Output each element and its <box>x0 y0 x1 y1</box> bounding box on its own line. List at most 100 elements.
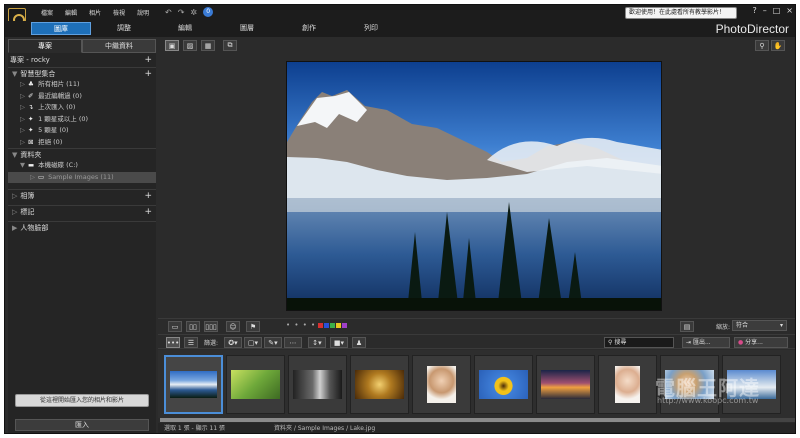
thumbnail-strip-icon[interactable]: ••• <box>166 337 180 348</box>
people-filter-icon[interactable]: ♟ <box>352 337 366 348</box>
view-mode-toolbar: ▣ ▨ ▦ ⧉ <box>165 40 237 51</box>
message-badge[interactable]: 0 <box>203 7 214 17</box>
minimize-icon[interactable]: – <box>763 6 767 15</box>
color-label-blue[interactable] <box>324 323 329 328</box>
star-icon: ✦ <box>28 114 34 123</box>
title-bar: 檔案 編輯 相片 檢視 說明 ↶ ↷ ✲ 0 歡迎使用！在此處看所有教學影片！ … <box>5 5 795 30</box>
hand-icon[interactable]: ✋ <box>771 40 785 51</box>
thumbnail-baby[interactable] <box>598 355 657 414</box>
select-icon[interactable]: ■▾ <box>330 337 348 348</box>
list-item[interactable]: ▷ ✐ 最近編輯過 (0) <box>8 91 156 103</box>
import-button[interactable]: 匯入 <box>15 419 149 431</box>
gear-icon[interactable]: ✲ <box>190 8 197 17</box>
thumbnail-sunset[interactable] <box>536 355 595 414</box>
edit-icon: ✐ <box>28 91 34 100</box>
undo-icon[interactable]: ↶ <box>165 8 172 17</box>
search-placeholder: 搜尋 <box>614 339 627 346</box>
filter-flag-icon[interactable]: ▢▾ <box>244 337 262 348</box>
thumbnail-portrait[interactable] <box>412 355 471 414</box>
list-item[interactable]: ▷ ✦ 1 顆星或以上 (0) <box>8 114 156 126</box>
tab-library[interactable]: 圖庫 <box>31 22 91 35</box>
zoom-icon[interactable]: ⚲ <box>755 40 769 51</box>
people-title: 人物臉部 <box>20 224 49 232</box>
import-hint-tooltip[interactable]: 從這裡開始匯入您的相片和影片 <box>15 394 149 407</box>
expand-arrow-icon[interactable]: ▼ <box>12 70 17 78</box>
color-label-purple[interactable] <box>342 323 347 328</box>
scrollbar-thumb[interactable] <box>160 418 720 422</box>
redo-icon[interactable]: ↷ <box>178 8 185 17</box>
folder-item[interactable]: ▼ ▬ 本機磁碟 (C:) <box>8 160 156 172</box>
add-project-icon[interactable]: + <box>144 54 152 66</box>
list-item[interactable]: ▷ ✦ 5 顆星 (0) <box>8 125 156 137</box>
tab-print[interactable]: 列印 <box>341 22 401 35</box>
module-tabs: 圖庫 調整 編輯 圖層 創作 列印 <box>5 21 795 37</box>
compare-view-icon[interactable]: ⧉ <box>223 40 237 51</box>
menu-edit[interactable]: 編輯 <box>59 7 83 18</box>
expand-arrow-icon[interactable]: ▷ <box>12 208 17 216</box>
photo-view-icon[interactable]: ▨ <box>183 40 197 51</box>
add-tag-icon[interactable]: + <box>144 206 152 218</box>
project-label: 專案 - rocky <box>10 56 50 64</box>
share-button[interactable]: ● 分享... <box>734 337 788 348</box>
color-label-yellow[interactable] <box>336 323 341 328</box>
section-tags[interactable]: ▷ 標記 + <box>8 205 156 217</box>
search-input[interactable]: ⚲ 搜尋 <box>604 337 674 348</box>
filter-dots-icon[interactable]: ⋯ <box>284 337 302 348</box>
thumbnail-bicycle[interactable] <box>226 355 285 414</box>
close-icon[interactable]: × <box>786 6 793 15</box>
color-label-green[interactable] <box>330 323 335 328</box>
thumbnail-hall[interactable] <box>288 355 347 414</box>
maximize-icon[interactable]: □ <box>773 6 781 15</box>
color-label-red[interactable] <box>318 323 323 328</box>
list-view-icon[interactable]: ☰ <box>184 337 198 348</box>
expand-arrow-icon[interactable]: ▷ <box>12 192 17 200</box>
item-label: 拒絕 (0) <box>38 137 63 146</box>
tab-metadata[interactable]: 中繼資料 <box>82 39 156 53</box>
menu-file[interactable]: 檔案 <box>35 7 59 18</box>
filmstrip-scrollbar[interactable] <box>160 418 795 422</box>
tab-edit[interactable]: 編輯 <box>155 22 215 35</box>
tab-create[interactable]: 創作 <box>279 22 339 35</box>
flag-icon[interactable]: ⚑ <box>246 321 260 332</box>
zoom-select[interactable]: 符合 ▾ <box>732 320 787 331</box>
grid-view-icon[interactable]: ▦ <box>201 40 215 51</box>
filter-star-icon[interactable]: ✪▾ <box>224 337 242 348</box>
thumbnail-lake[interactable] <box>164 355 223 414</box>
folder-item[interactable]: ▷ ▭ Sample Images (11) <box>8 171 156 183</box>
tab-adjust[interactable]: 調整 <box>95 22 153 35</box>
dual-layout-icon[interactable]: ▯▯ <box>186 321 200 332</box>
add-album-icon[interactable]: + <box>144 190 152 202</box>
section-albums[interactable]: ▷ 相簿 + <box>8 189 156 201</box>
sort-icon[interactable]: ↕▾ <box>308 337 326 348</box>
export-button[interactable]: ⇥ 匯出... <box>682 337 730 348</box>
section-folders[interactable]: ▼ 資料夾 <box>8 148 156 160</box>
main-photo[interactable] <box>286 61 662 311</box>
viewer-area <box>158 55 795 317</box>
single-layout-icon[interactable]: ▭ <box>168 321 182 332</box>
help-icon[interactable]: ? <box>752 6 756 15</box>
thumbnail-spiral[interactable] <box>350 355 409 414</box>
project-name[interactable]: 專案 - rocky + <box>8 54 156 66</box>
thumbnail-sunflower[interactable] <box>474 355 533 414</box>
tab-layers[interactable]: 圖層 <box>217 22 277 35</box>
menu-view[interactable]: 檢視 <box>107 7 131 18</box>
single-view-icon[interactable]: ▣ <box>165 40 179 51</box>
list-item[interactable]: ▷ ♣ 所有相片 (11) <box>8 79 156 91</box>
folder-label: 本機磁碟 (C:) <box>38 161 78 169</box>
display-options-icon[interactable]: ▤ <box>680 321 694 332</box>
welcome-message[interactable]: 歡迎使用！在此處看所有教學影片！ <box>625 7 737 19</box>
section-people[interactable]: ▶ 人物臉部 <box>8 221 156 233</box>
list-item[interactable]: ▷ ↴ 上次匯入 (0) <box>8 102 156 114</box>
tab-project[interactable]: 專案 <box>8 39 82 53</box>
list-item[interactable]: ▷ ⊠ 拒絕 (0) <box>8 137 156 149</box>
reject-icon: ⊠ <box>28 137 34 146</box>
section-smart-collections[interactable]: ▼ 智慧型集合 + <box>8 67 156 79</box>
expand-arrow-icon[interactable]: ▼ <box>12 151 17 159</box>
left-panel: 專案 中繼資料 專案 - rocky + ▼ 智慧型集合 + ▷ ♣ 所有相片 (1… <box>8 39 156 433</box>
face-tag-icon[interactable]: ☺ <box>226 321 240 332</box>
filter-edit-icon[interactable]: ✎▾ <box>264 337 282 348</box>
triple-layout-icon[interactable]: ▯▯▯ <box>204 321 218 332</box>
menu-photo[interactable]: 相片 <box>83 7 107 18</box>
expand-arrow-icon[interactable]: ▶ <box>12 224 17 232</box>
menu-help[interactable]: 說明 <box>131 7 155 18</box>
